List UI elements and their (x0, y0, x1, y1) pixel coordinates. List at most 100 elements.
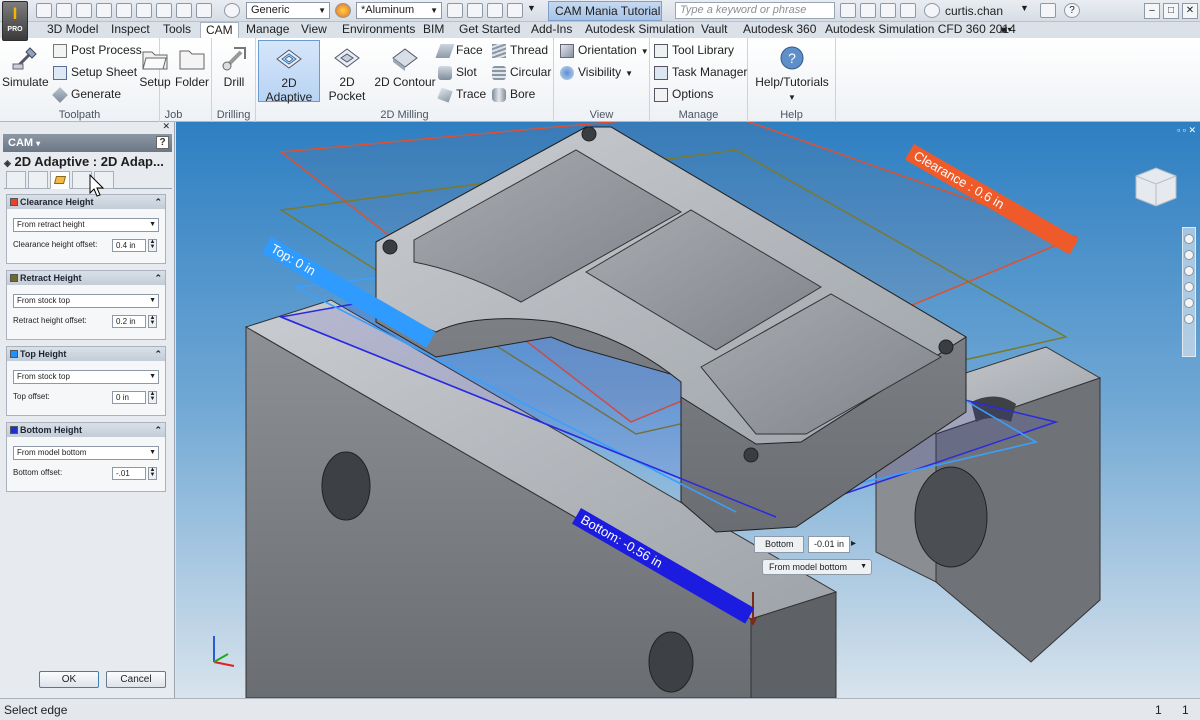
ok-button[interactable]: OK (39, 671, 99, 688)
plus-icon[interactable] (507, 3, 523, 18)
graphics-viewport[interactable]: ▫ ▫ ✕ Clearance : 0.6 in Top: 0 in Botto… (176, 122, 1200, 698)
material-combo[interactable]: Generic ▼ (246, 2, 330, 19)
tab-cam[interactable]: CAM (200, 22, 239, 39)
setup-button[interactable]: Setup (138, 40, 172, 102)
clearance-offset-input[interactable]: 0.4 in (112, 239, 146, 252)
thread-button[interactable]: Thread (492, 40, 548, 60)
measure-icon[interactable] (487, 3, 503, 18)
steering-wheel-icon[interactable] (1184, 234, 1194, 244)
return-icon[interactable] (136, 3, 152, 18)
help-icon[interactable]: ? (1064, 3, 1080, 18)
help-button[interactable]: ? (156, 136, 169, 149)
close-button[interactable]: ✕ (1182, 3, 1198, 19)
document-tab[interactable]: CAM Mania Tutorial ... (548, 1, 662, 21)
top-offset-spinner[interactable]: ▲ ▼ (148, 391, 157, 404)
viewport-controls[interactable]: ▫ ▫ ✕ (1177, 125, 1196, 136)
bottom-offset-input[interactable]: -.01 (112, 467, 146, 480)
collapse-icon[interactable]: ⌃ (154, 195, 162, 209)
tab-add-ins[interactable]: Add-Ins (531, 22, 572, 38)
options-button[interactable]: Options (654, 84, 713, 104)
bottom-offset-spinner[interactable]: ▲ ▼ (148, 467, 157, 480)
drill-button[interactable]: Drill (216, 40, 252, 102)
tab-tools[interactable]: Tools (163, 22, 191, 38)
2d-contour-button[interactable]: 2D Contour (374, 40, 436, 102)
tab-get-started[interactable]: Get Started (459, 22, 520, 38)
circular-button[interactable]: Circular (492, 62, 551, 82)
orientation-button[interactable]: Orientation ▼ (560, 40, 649, 60)
ribbon-options-icon[interactable]: ▣▾ (1000, 22, 1012, 38)
user-name[interactable]: curtis.chan (945, 4, 1003, 18)
binoculars-icon[interactable] (840, 3, 856, 18)
retract-height-select[interactable]: From stock top ▼ (13, 294, 159, 308)
save-icon[interactable] (76, 3, 92, 18)
clearance-height-select[interactable]: From retract height ▼ (13, 218, 159, 232)
tab-3d-model[interactable]: 3D Model (47, 22, 98, 38)
globe-icon[interactable] (224, 3, 240, 18)
help-tutorials-button[interactable]: ? Help/Tutorials ▼ (752, 40, 832, 102)
star-icon[interactable] (900, 3, 916, 18)
open-icon[interactable] (56, 3, 72, 18)
undo-icon[interactable] (96, 3, 112, 18)
redo-icon[interactable] (116, 3, 132, 18)
cancel-button[interactable]: Cancel (106, 671, 166, 688)
face-button[interactable]: Face (435, 40, 483, 60)
retract-offset-input[interactable]: 0.2 in (112, 315, 146, 328)
browser-close-icon[interactable]: ✕ (162, 121, 170, 132)
trace-button[interactable]: Trace (437, 84, 486, 104)
mini-toolbar-arrow-icon[interactable]: ▸ (851, 538, 856, 549)
exchange-apps-icon[interactable] (1040, 3, 1056, 18)
top-height-select[interactable]: From stock top ▼ (13, 370, 159, 384)
task-manager-button[interactable]: Task Manager (654, 62, 747, 82)
minimize-button[interactable]: – (1144, 3, 1160, 19)
collapse-icon[interactable]: ⌃ (154, 423, 162, 437)
maximize-button[interactable]: □ (1163, 3, 1179, 19)
tab-simulation-cfd[interactable]: Autodesk Simulation CFD 360 2014 (825, 22, 1016, 38)
tab-tool-icon[interactable] (6, 171, 26, 189)
setup-sheet-button[interactable]: Setup Sheet (53, 62, 137, 82)
help-search-input[interactable]: Type a keyword or phrase (675, 2, 835, 19)
orbit-icon[interactable] (1184, 282, 1194, 292)
clearance-offset-spinner[interactable]: ▲ ▼ (148, 239, 157, 252)
collapse-icon[interactable]: ⌃ (154, 347, 162, 361)
top-offset-input[interactable]: 0 in (112, 391, 146, 404)
tab-heights-icon[interactable] (50, 171, 70, 189)
folder-button[interactable]: Folder (174, 40, 210, 102)
retract-height-header[interactable]: Retract Height ⌃ (7, 271, 165, 285)
new-file-icon[interactable] (36, 3, 52, 18)
tab-autodesk-simulation[interactable]: Autodesk Simulation (585, 22, 694, 38)
2d-adaptive-button[interactable]: 2D Adaptive (258, 40, 320, 104)
look-at-icon[interactable] (1184, 298, 1194, 308)
tab-vault[interactable]: Vault (701, 22, 727, 38)
generate-button[interactable]: Generate (52, 84, 121, 104)
zoom-icon[interactable] (1184, 266, 1194, 276)
material-icon[interactable] (196, 3, 212, 18)
subscription-icon[interactable] (860, 3, 876, 18)
bottom-height-header[interactable]: Bottom Height ⌃ (7, 423, 165, 437)
select-icon[interactable] (176, 3, 192, 18)
appearance-combo[interactable]: *Aluminum ▼ (356, 2, 442, 19)
visibility-button[interactable]: Visibility ▼ (560, 62, 633, 82)
tab-environments[interactable]: Environments (342, 22, 415, 38)
slot-button[interactable]: Slot (438, 62, 477, 82)
tab-inspect[interactable]: Inspect (111, 22, 150, 38)
application-menu-button[interactable]: I PRO (2, 1, 28, 41)
tab-autodesk-360[interactable]: Autodesk 360 (743, 22, 816, 38)
bore-button[interactable]: Bore (492, 84, 535, 104)
viewcube-icon[interactable] (1130, 160, 1182, 212)
mini-toolbar-select[interactable]: From model bottom ▼ (762, 559, 872, 575)
retract-offset-spinner[interactable]: ▲ ▼ (148, 315, 157, 328)
mini-toolbar-value-input[interactable]: -0.01 in (808, 536, 850, 553)
tool-library-button[interactable]: Tool Library (654, 40, 734, 60)
tab-manage[interactable]: Manage (246, 22, 289, 38)
tab-view[interactable]: View (301, 22, 327, 38)
pan-icon[interactable] (1184, 250, 1194, 260)
update-icon[interactable] (156, 3, 172, 18)
2d-pocket-button[interactable]: 2D Pocket (322, 40, 372, 103)
tab-bim[interactable]: BIM (423, 22, 444, 38)
adjust-icon[interactable] (447, 3, 463, 18)
key-icon[interactable] (880, 3, 896, 18)
simulate-button[interactable]: Simulate (2, 40, 49, 102)
tab-geometry-icon[interactable] (28, 171, 48, 189)
user-menu-arrow-icon[interactable]: ▼ (1020, 3, 1036, 18)
bottom-height-select[interactable]: From model bottom ▼ (13, 446, 159, 460)
